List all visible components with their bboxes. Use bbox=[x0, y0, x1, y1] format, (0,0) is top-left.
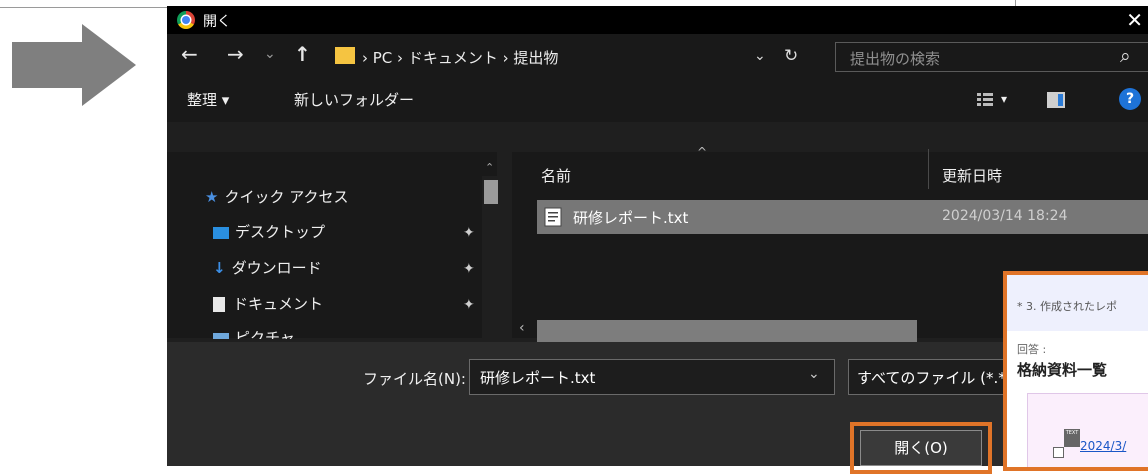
sidebar-item-label: ダウンロード bbox=[231, 259, 322, 277]
pin-icon[interactable]: ✦ bbox=[463, 261, 475, 277]
pin-icon[interactable]: ✦ bbox=[463, 297, 475, 313]
address-bar[interactable]: › PC › ドキュメント › 提出物 ⌄ ↻ bbox=[332, 42, 822, 72]
sidebar-item-label: ドキュメント bbox=[233, 295, 324, 313]
right-arrow-icon bbox=[12, 24, 136, 106]
sidebar-item-downloads[interactable]: ↓ ダウンロード bbox=[213, 257, 322, 278]
dialog-title: 開く bbox=[203, 14, 231, 30]
document-icon bbox=[213, 297, 225, 312]
attachment-box bbox=[1027, 393, 1148, 467]
close-button[interactable]: ✕ bbox=[1126, 8, 1143, 32]
dialog-titlebar: 開く ✕ bbox=[167, 6, 1148, 34]
navigation-bar: ← → ⌄ ↑ › PC › ドキュメント › 提出物 ⌄ ↻ 提出物の検索 ⌕ bbox=[167, 34, 1148, 78]
filename-value: 研修レポート.txt bbox=[480, 369, 596, 387]
filename-input[interactable]: 研修レポート.txt ⌄ bbox=[469, 359, 835, 395]
sidebar-item-label: クイック アクセス bbox=[224, 188, 349, 206]
forward-button[interactable]: → bbox=[227, 42, 244, 66]
sidebar-item-label: デスクトップ bbox=[235, 223, 326, 241]
preview-pane-icon[interactable] bbox=[1047, 92, 1065, 108]
open-button[interactable]: 開く(O) bbox=[860, 430, 982, 466]
column-header-modified[interactable]: 更新日時 bbox=[942, 165, 1002, 186]
view-dropdown-button[interactable]: ▾ bbox=[1001, 92, 1007, 106]
picture-icon bbox=[213, 332, 229, 339]
question-text: * 3. 作成されたレポ bbox=[1017, 300, 1117, 313]
scrollbar-thumb[interactable] bbox=[484, 180, 498, 204]
sidebar-item-label: ピクチャ bbox=[235, 329, 295, 339]
address-dropdown-button[interactable]: ⌄ bbox=[754, 48, 766, 64]
pin-icon[interactable]: ✦ bbox=[463, 225, 475, 241]
answer-title: 格納資料一覧 bbox=[1017, 361, 1108, 379]
view-options-icon[interactable] bbox=[977, 92, 993, 108]
sort-ascending-icon: ^ bbox=[697, 145, 708, 159]
file-icon-text: TEXT bbox=[1065, 430, 1079, 436]
page-divider-top bbox=[0, 7, 167, 8]
organize-menu[interactable]: 整理 ▾ bbox=[187, 89, 229, 110]
sidebar-item-pictures[interactable]: ピクチャ bbox=[213, 327, 295, 339]
sidebar-item-desktop[interactable]: デスクトップ bbox=[213, 221, 325, 242]
column-header-name[interactable]: 名前 bbox=[541, 165, 571, 186]
chrome-icon bbox=[177, 11, 195, 29]
question-header: * 3. 作成されたレポ bbox=[1007, 275, 1148, 331]
file-open-dialog: 開く ✕ ← → ⌄ ↑ › PC › ドキュメント › 提出物 ⌄ ↻ 提出物… bbox=[167, 6, 1148, 474]
help-button[interactable]: ? bbox=[1119, 88, 1141, 110]
column-separator[interactable] bbox=[928, 149, 929, 189]
chevron-down-icon[interactable]: ⌄ bbox=[808, 366, 820, 382]
file-name: 研修レポート.txt bbox=[573, 209, 689, 227]
attachment-link[interactable]: 2024/3/ bbox=[1080, 439, 1126, 453]
search-input[interactable]: 提出物の検索 ⌕ bbox=[835, 42, 1148, 72]
new-folder-button[interactable]: 新しいフォルダー bbox=[294, 89, 414, 110]
filename-label: ファイル名(N): bbox=[363, 370, 466, 388]
search-placeholder: 提出物の検索 bbox=[850, 50, 941, 68]
text-file-icon: TEXT bbox=[1064, 429, 1080, 447]
refresh-button[interactable]: ↻ bbox=[784, 46, 798, 66]
answer-label: 回答 : bbox=[1017, 343, 1047, 356]
folder-icon bbox=[335, 47, 355, 64]
open-button-highlight: 開く(O) bbox=[850, 422, 992, 474]
file-modified-date: 2024/03/14 18:24 bbox=[942, 208, 1068, 224]
file-row[interactable]: 研修レポート.txt 2024/03/14 18:24 bbox=[537, 200, 1148, 234]
recent-locations-button[interactable]: ⌄ bbox=[264, 46, 276, 62]
command-toolbar: 整理 ▾ 新しいフォルダー ▾ ? bbox=[167, 78, 1148, 122]
text-file-icon bbox=[544, 207, 562, 227]
file-type-value: すべてのファイル (*.*) bbox=[857, 369, 1012, 387]
form-preview-panel: * 3. 作成されたレポ 回答 : 格納資料一覧 TEXT 2024/3/ bbox=[1003, 271, 1148, 471]
scroll-up-arrow-icon[interactable]: ⌃ bbox=[485, 161, 494, 174]
desktop-icon bbox=[213, 226, 229, 239]
scroll-left-arrow-icon[interactable]: ‹ bbox=[519, 320, 525, 336]
star-icon: ★ bbox=[205, 188, 219, 206]
sidebar-item-quick-access[interactable]: ★ クイック アクセス bbox=[205, 186, 348, 207]
sidebar-item-documents[interactable]: ドキュメント bbox=[213, 293, 323, 314]
horizontal-scrollbar-thumb[interactable] bbox=[537, 320, 917, 342]
back-button[interactable]: ← bbox=[181, 42, 198, 66]
attachment-checkbox[interactable] bbox=[1053, 447, 1064, 458]
navigation-pane-scrollbar[interactable] bbox=[482, 176, 500, 342]
download-icon: ↓ bbox=[213, 259, 226, 277]
search-icon: ⌕ bbox=[1120, 45, 1131, 67]
breadcrumb: › PC › ドキュメント › 提出物 bbox=[362, 49, 559, 67]
up-button[interactable]: ↑ bbox=[294, 42, 311, 66]
